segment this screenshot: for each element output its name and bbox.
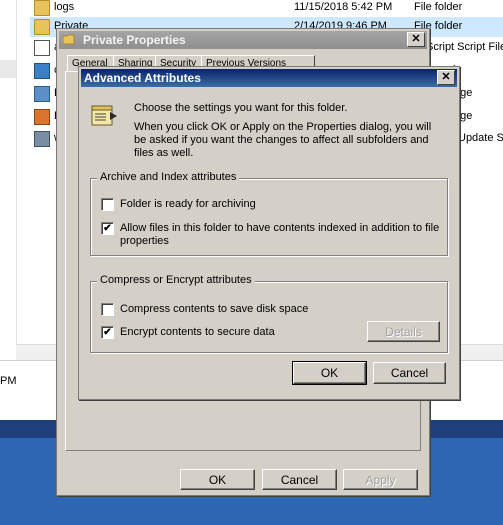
compress-checkbox[interactable] [101, 303, 114, 316]
archiving-label[interactable]: Folder is ready for archiving [120, 198, 256, 211]
navigation-pane[interactable] [0, 0, 17, 360]
properties-title-bar[interactable]: Private Properties ✕ [59, 31, 427, 49]
application-icon [34, 109, 50, 125]
archiving-checkbox[interactable] [101, 198, 114, 211]
folder-icon [34, 19, 50, 35]
dialog-note: When you click OK or Apply on the Proper… [134, 121, 432, 159]
encrypt-label[interactable]: Encrypt contents to secure data [120, 326, 275, 339]
folder-icon [34, 0, 50, 16]
properties-ok-button[interactable]: OK [180, 469, 255, 490]
advanced-title: Advanced Attributes [84, 71, 201, 85]
indexing-label[interactable]: Allow files in this folder to have conte… [120, 222, 446, 248]
script-file-icon [34, 40, 50, 56]
file-name: logs [54, 1, 75, 13]
advanced-attributes-dialog: Advanced Attributes ✕ Choose the setting… [78, 66, 460, 400]
folder-settings-icon [91, 105, 117, 126]
file-date: 11/15/2018 5:42 PM [294, 1, 393, 13]
file-type: Script Script File [426, 41, 503, 53]
properties-apply-button[interactable]: Apply [343, 469, 418, 490]
application-icon [34, 86, 50, 102]
encrypt-checkbox[interactable]: ✔ [101, 326, 114, 339]
properties-cancel-button[interactable]: Cancel [262, 469, 337, 490]
folder-icon [63, 34, 75, 45]
file-type: Update S [458, 132, 503, 144]
navigation-selected-item[interactable] [0, 60, 16, 78]
application-icon [34, 131, 50, 147]
close-icon[interactable]: ✕ [407, 32, 425, 47]
properties-title: Private Properties [83, 33, 186, 47]
dialog-instruction: Choose the settings you want for this fo… [134, 102, 348, 114]
file-type: File folder [414, 1, 463, 13]
archive-index-group: Archive and Index attributes Folder is r… [90, 171, 448, 256]
status-text: PM [0, 375, 17, 387]
compress-label[interactable]: Compress contents to save disk space [120, 303, 308, 316]
details-button[interactable]: Details [367, 321, 440, 342]
close-icon[interactable]: ✕ [437, 70, 455, 85]
group-legend: Compress or Encrypt attributes [97, 274, 255, 286]
advanced-title-bar[interactable]: Advanced Attributes ✕ [81, 69, 457, 87]
advanced-cancel-button[interactable]: Cancel [373, 362, 446, 384]
advanced-ok-button[interactable]: OK [292, 361, 367, 385]
compress-encrypt-group: Compress or Encrypt attributes Compress … [90, 274, 448, 353]
indexing-checkbox[interactable]: ✔ [101, 222, 114, 235]
group-legend: Archive and Index attributes [97, 171, 240, 183]
file-row[interactable]: logs 11/15/2018 5:42 PM File folder [30, 0, 503, 18]
application-icon [34, 63, 50, 79]
